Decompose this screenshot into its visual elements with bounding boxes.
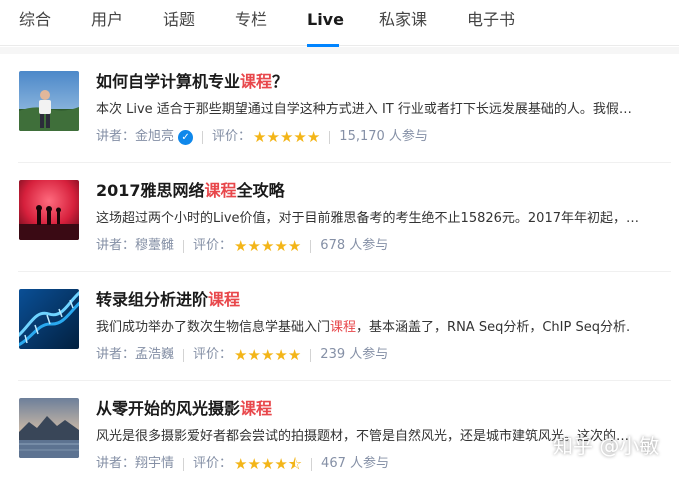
participant-count: 678 人参与: [320, 238, 389, 253]
live-thumbnail[interactable]: [19, 398, 79, 458]
speaker-label: 讲者：: [96, 129, 136, 144]
rating-stars-icon: ★★★★★: [234, 237, 302, 255]
live-description: 本次 Live 适合于那些期望通过自学这种方式进入 IT 行业或者打下长远发展基…: [96, 102, 632, 117]
meta-separator: [311, 457, 313, 471]
tab-topics[interactable]: 话题: [163, 8, 195, 32]
live-title[interactable]: 如何自学计算机专业课程？: [96, 70, 288, 94]
participant-count: 467 人参与: [321, 456, 389, 471]
tab-ebooks[interactable]: 电子书: [467, 8, 515, 32]
live-thumbnail[interactable]: [19, 289, 79, 349]
speaker-label: 讲者：: [96, 347, 136, 362]
rating-stars-icon: ★★★★★: [253, 128, 321, 146]
tab-comprehensive[interactable]: 综合: [19, 8, 51, 32]
live-meta: 讲者： 翔宇情 评价： ★★★★⯪ 467 人参与: [96, 453, 389, 475]
watermark: 知乎 @小敏: [553, 434, 660, 458]
meta-separator: [310, 239, 312, 253]
rating-stars-icon: ★★★★★: [234, 346, 302, 364]
rating-label: 评价：: [212, 129, 252, 144]
rating-label: 评价：: [193, 456, 233, 471]
tab-users[interactable]: 用户: [91, 8, 123, 32]
search-tab-bar: 综合 用户 话题 专栏 Live 私家课 电子书: [0, 0, 679, 47]
speaker-name[interactable]: 金旭亮: [135, 126, 174, 148]
meta-separator: [183, 239, 185, 253]
live-thumbnail[interactable]: [19, 71, 79, 131]
live-title[interactable]: 从零开始的风光摄影课程: [96, 397, 272, 421]
tab-private-courses[interactable]: 私家课: [379, 8, 427, 32]
tab-live[interactable]: Live: [307, 8, 344, 32]
participant-count: 15,170 人参与: [339, 129, 428, 144]
live-description: 这场超过两个小时的Live价值，对于目前雅思备考的考生绝不止15826元。201…: [96, 211, 639, 226]
live-description: 我们成功举办了数次生物信息学基础入门课程，基本涵盖了，RNA Seq分析，ChI…: [96, 320, 631, 335]
live-meta: 讲者： 穆薹雠 评价： ★★★★★ 678 人参与: [96, 235, 388, 257]
section-divider: [0, 47, 679, 54]
meta-separator: [202, 130, 204, 144]
live-card[interactable]: 转录组分析进阶课程 我们成功举办了数次生物信息学基础入门课程，基本涵盖了，RNA…: [0, 272, 679, 381]
participant-count: 239 人参与: [320, 347, 389, 362]
speaker-name[interactable]: 孟浩巍: [135, 344, 174, 366]
speaker-label: 讲者：: [96, 456, 136, 471]
rating-label: 评价：: [193, 238, 233, 253]
speaker-label: 讲者：: [96, 238, 136, 253]
tab-columns[interactable]: 专栏: [235, 8, 267, 32]
live-card[interactable]: 如何自学计算机专业课程？ 本次 Live 适合于那些期望通过自学这种方式进入 I…: [0, 54, 679, 163]
meta-separator: [329, 130, 331, 144]
meta-separator: [183, 348, 185, 362]
speaker-name[interactable]: 穆薹雠: [135, 235, 174, 257]
rating-label: 评价：: [193, 347, 233, 362]
meta-separator: [183, 457, 185, 471]
live-title[interactable]: 2017雅思网络课程全攻略: [96, 179, 285, 203]
live-meta: 讲者： 孟浩巍 评价： ★★★★★ 239 人参与: [96, 344, 388, 366]
live-thumbnail[interactable]: [19, 180, 79, 240]
speaker-name[interactable]: 翔宇情: [135, 453, 174, 475]
live-card[interactable]: 2017雅思网络课程全攻略 这场超过两个小时的Live价值，对于目前雅思备考的考…: [0, 163, 679, 272]
live-meta: 讲者： 金旭亮 ✓ 评价： ★★★★★ 15,170 人参与: [96, 126, 428, 148]
verified-badge-icon: ✓: [178, 129, 194, 145]
meta-separator: [310, 348, 312, 362]
live-title[interactable]: 转录组分析进阶课程: [96, 288, 240, 312]
rating-stars-icon: ★★★★⯪: [234, 455, 303, 473]
